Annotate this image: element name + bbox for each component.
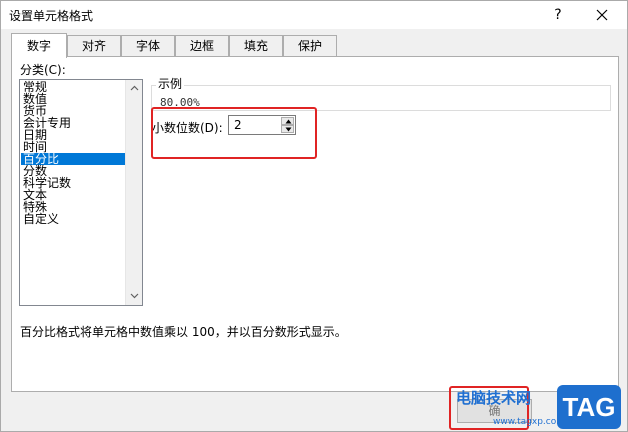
- chevron-up-icon: [130, 85, 139, 91]
- watermark-site-name: 电脑技术网: [456, 389, 532, 407]
- category-listbox[interactable]: 常规 数值 货币 会计专用 日期 时间 百分比 分数 科学记数 文本 特殊 自定…: [19, 79, 143, 306]
- format-description: 百分比格式将单元格中数值乘以 100，并以百分数形式显示。: [20, 325, 347, 339]
- format-cells-dialog: 设置单元格格式 ? 数字 对齐 字体 边框 填充 保护 分类(C): 常规 数值…: [0, 0, 628, 432]
- chevron-down-icon: [130, 293, 139, 299]
- watermark-url: www.tagxp.com: [493, 417, 565, 427]
- tab-protection[interactable]: 保护: [283, 35, 337, 57]
- watermark-tag-logo: TAG: [557, 385, 621, 429]
- close-icon: [596, 9, 608, 21]
- tab-font[interactable]: 字体: [121, 35, 175, 57]
- title-bar: 设置单元格格式 ?: [1, 1, 627, 29]
- scroll-down-button[interactable]: [126, 288, 143, 305]
- decimal-places-highlight: [151, 107, 317, 159]
- tab-bar: 数字 对齐 字体 边框 填充 保护: [11, 33, 621, 58]
- sample-label: 示例: [156, 75, 185, 92]
- help-button[interactable]: ?: [543, 3, 573, 27]
- close-button[interactable]: [587, 3, 617, 27]
- category-scrollbar[interactable]: [125, 80, 142, 305]
- category-items: 常规 数值 货币 会计专用 日期 时间 百分比 分数 科学记数 文本 特殊 自定…: [21, 81, 125, 225]
- category-item-custom[interactable]: 自定义: [21, 213, 125, 225]
- tab-alignment[interactable]: 对齐: [67, 35, 121, 57]
- category-label: 分类(C):: [20, 63, 66, 77]
- scroll-up-button[interactable]: [126, 80, 143, 97]
- tab-fill[interactable]: 填充: [229, 35, 283, 57]
- tab-border[interactable]: 边框: [175, 35, 229, 57]
- tab-number[interactable]: 数字: [11, 33, 67, 58]
- dialog-title: 设置单元格格式: [9, 9, 94, 23]
